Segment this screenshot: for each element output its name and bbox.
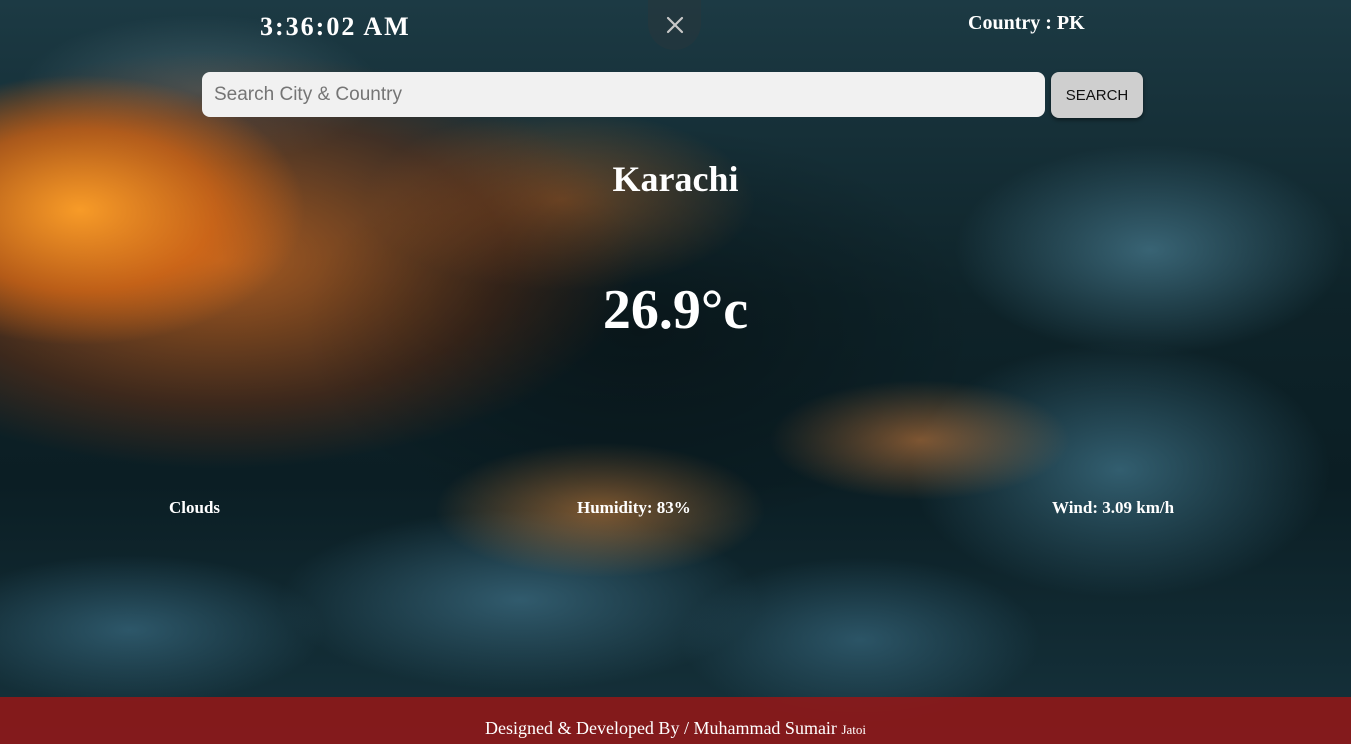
clock: 3:36:02 AM [260, 12, 411, 41]
footer-credit-small: Jatoi [841, 722, 866, 737]
footer: Designed & Developed By / Muhammad Sumai… [0, 697, 1351, 744]
humidity: Humidity: 83% [577, 498, 691, 517]
search-input[interactable] [202, 72, 1045, 117]
footer-credit: Designed & Developed By / Muhammad Sumai… [484, 718, 837, 738]
wind-speed: Wind: 3.09 km/h [1052, 498, 1175, 517]
weather-condition: Clouds [169, 498, 221, 517]
city-name: Karachi [612, 159, 739, 199]
close-icon [666, 16, 683, 34]
search-bar: SEARCH [202, 72, 1143, 118]
temperature: 26.9°c [602, 279, 749, 341]
country-label: Country : PK [968, 12, 1085, 34]
search-button[interactable]: SEARCH [1051, 72, 1143, 118]
